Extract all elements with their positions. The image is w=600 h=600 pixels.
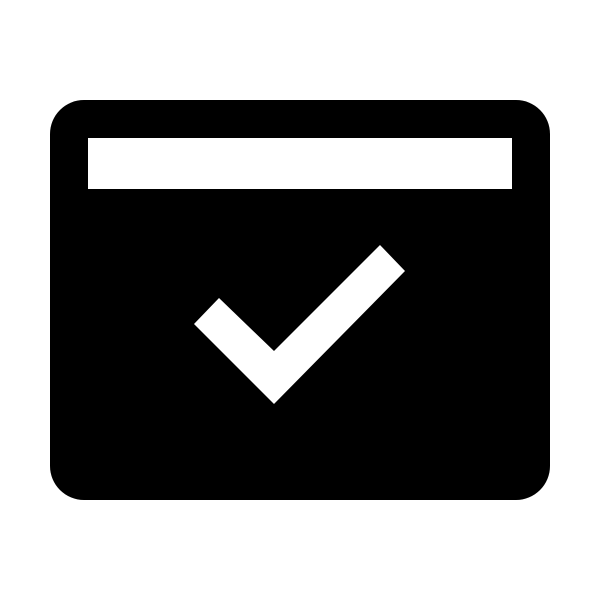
- title-bar: [88, 138, 512, 189]
- browser-window-check-icon: [50, 100, 550, 500]
- icon-canvas: [0, 0, 600, 600]
